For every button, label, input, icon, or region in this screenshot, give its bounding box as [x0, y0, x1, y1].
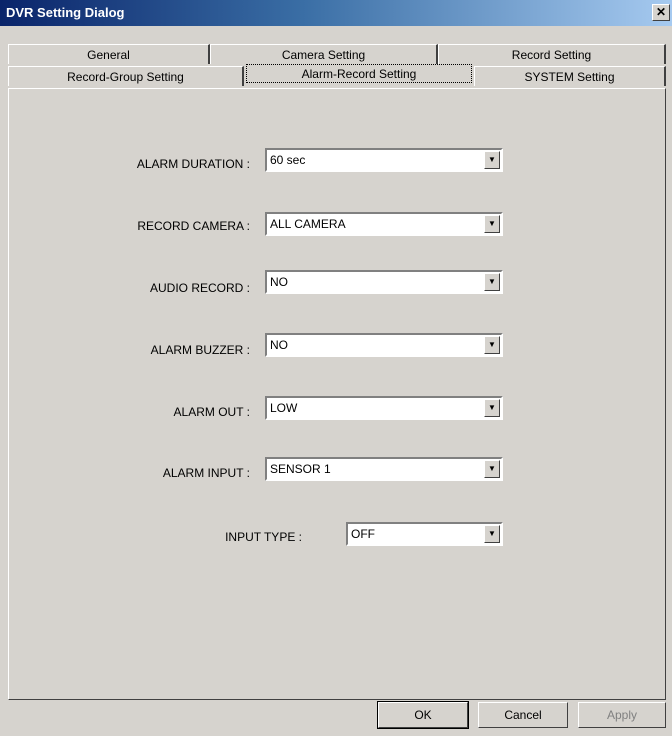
alarm-input-value: SENSOR 1 — [270, 462, 331, 476]
tab-record-setting[interactable]: Record Setting — [438, 44, 666, 64]
tab-label: Record Setting — [511, 48, 592, 62]
close-button[interactable]: ✕ — [652, 4, 670, 21]
alarm-input-select[interactable]: SENSOR 1 ▼ — [265, 457, 503, 481]
apply-button[interactable]: Apply — [578, 702, 666, 728]
chevron-down-icon[interactable]: ▼ — [484, 215, 500, 233]
title-bar: DVR Setting Dialog ✕ — [0, 0, 672, 26]
input-type-select[interactable]: OFF ▼ — [346, 522, 503, 546]
chevron-down-icon[interactable]: ▼ — [484, 525, 500, 543]
chevron-down-icon[interactable]: ▼ — [484, 460, 500, 478]
window-title: DVR Setting Dialog — [6, 5, 125, 20]
alarm-out-value: LOW — [270, 401, 298, 415]
alarm-buzzer-select[interactable]: NO ▼ — [265, 333, 503, 357]
chevron-down-icon[interactable]: ▼ — [484, 151, 500, 169]
cancel-button[interactable]: Cancel — [478, 702, 568, 728]
tab-label: SYSTEM Setting — [524, 70, 615, 84]
alarm-out-select[interactable]: LOW ▼ — [265, 396, 503, 420]
record-camera-value: ALL CAMERA — [270, 217, 346, 231]
tab-label: Record-Group Setting — [67, 70, 184, 84]
tab-system-setting[interactable]: SYSTEM Setting — [474, 66, 666, 86]
tab-label: Alarm-Record Setting — [301, 67, 417, 81]
tab-camera-setting[interactable]: Camera Setting — [210, 44, 438, 64]
alarm-duration-value: 60 sec — [270, 153, 306, 167]
alarm-duration-select[interactable]: 60 sec ▼ — [265, 148, 503, 172]
ok-button[interactable]: OK — [377, 701, 469, 729]
tab-record-group-setting[interactable]: Record-Group Setting — [8, 66, 244, 86]
input-type-value: OFF — [351, 527, 375, 541]
tab-general[interactable]: General — [8, 44, 210, 64]
chevron-down-icon[interactable]: ▼ — [484, 336, 500, 354]
tab-label: Camera Setting — [281, 48, 366, 62]
close-icon: ✕ — [655, 5, 667, 19]
alarm-buzzer-label: ALARM BUZZER : — [150, 343, 250, 357]
alarm-buzzer-value: NO — [270, 338, 288, 352]
audio-record-label: AUDIO RECORD : — [149, 281, 250, 295]
chevron-down-icon[interactable]: ▼ — [484, 399, 500, 417]
alarm-input-label: ALARM INPUT : — [162, 466, 250, 480]
alarm-record-panel — [8, 88, 666, 700]
tab-label: General — [87, 48, 130, 62]
record-camera-label: RECORD CAMERA : — [137, 219, 250, 233]
alarm-duration-label: ALARM DURATION : — [136, 157, 250, 171]
input-type-label: INPUT TYPE : — [225, 530, 302, 544]
record-camera-select[interactable]: ALL CAMERA ▼ — [265, 212, 503, 236]
chevron-down-icon[interactable]: ▼ — [484, 273, 500, 291]
alarm-out-label: ALARM OUT : — [173, 405, 250, 419]
tab-alarm-record-setting[interactable]: Alarm-Record Setting — [246, 64, 472, 83]
audio-record-value: NO — [270, 275, 288, 289]
audio-record-select[interactable]: NO ▼ — [265, 270, 503, 294]
